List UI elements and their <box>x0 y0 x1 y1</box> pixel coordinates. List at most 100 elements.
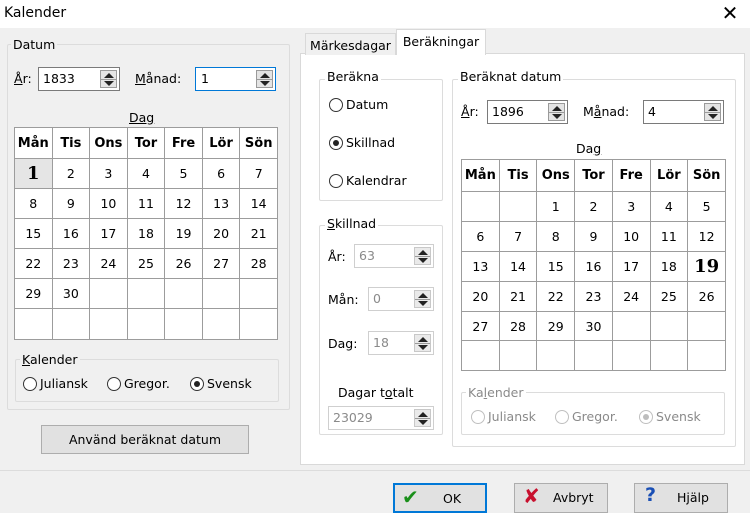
calendar-day-cell[interactable]: 25 <box>649 281 689 312</box>
calendar-day-cell[interactable]: 20 <box>201 218 241 249</box>
spin-buttons[interactable] <box>256 70 273 88</box>
calendar-day-cell <box>461 340 500 371</box>
calendar-day-cell[interactable]: 28 <box>239 248 278 279</box>
calendar-day-cell[interactable]: 9 <box>574 221 613 252</box>
beraknat-manad-spinner[interactable]: 4 <box>643 100 724 124</box>
help-button[interactable]: ? Hjälp <box>634 483 728 513</box>
datum-manad-spinner[interactable]: 1 <box>195 67 276 91</box>
calendar-day-cell[interactable]: 22 <box>14 248 53 279</box>
calendar-day-cell[interactable]: 3 <box>611 191 651 222</box>
ok-button[interactable]: ✔ OK <box>393 483 487 513</box>
calendar-day-cell[interactable]: 12 <box>164 188 203 219</box>
calendar-day-cell[interactable]: 26 <box>164 248 203 279</box>
calendar-day-cell[interactable]: 25 <box>126 248 166 279</box>
spin-buttons[interactable] <box>548 103 565 121</box>
calendar-day-cell[interactable]: 13 <box>461 251 500 282</box>
calendar-day-cell[interactable]: 17 <box>89 218 128 249</box>
calendar-day-cell[interactable]: 23 <box>574 281 613 312</box>
calendar-week-row: 1234567 <box>14 158 278 189</box>
calendar-day-cell <box>649 340 689 371</box>
calendar-day-cell[interactable]: 14 <box>498 251 538 282</box>
calendar-day-cell[interactable]: 23 <box>51 248 91 279</box>
calendar-day-cell <box>201 308 241 340</box>
calendar-day-cell[interactable]: 6 <box>201 158 241 189</box>
kalender-option-svensk[interactable]: Svensk <box>190 376 252 392</box>
calendar-day-cell[interactable]: 20 <box>461 281 500 312</box>
calendar-day-cell[interactable]: 30 <box>51 278 91 309</box>
calendar-day-cell[interactable]: 19 <box>164 218 203 249</box>
calendar-day-cell[interactable]: 14 <box>239 188 278 219</box>
calendar-day-cell[interactable]: 22 <box>536 281 576 312</box>
tab-markesdagar[interactable]: Märkesdagar <box>305 33 396 55</box>
weekday-header: Lör <box>649 159 689 192</box>
calendar-day-cell[interactable]: 13 <box>201 188 241 219</box>
calendar-week-row: 6 7 8 9 10 11 12 <box>461 221 726 252</box>
calendar-day-cell[interactable]: 27 <box>201 248 241 279</box>
calendar-day-cell[interactable]: 28 <box>498 311 538 341</box>
datum-ar-spinner[interactable]: 1833 <box>38 67 120 91</box>
berakna-datum-option[interactable]: Datum <box>329 97 388 113</box>
calendar-day-cell <box>574 340 613 371</box>
calendar-day-cell[interactable]: 29 <box>536 311 576 341</box>
calendar-day-cell[interactable]: 29 <box>14 278 53 309</box>
calendar-day-cell[interactable]: 16 <box>574 251 613 282</box>
calendar-day-cell[interactable]: 10 <box>611 221 651 252</box>
kalender-option-gregor[interactable]: Gregor. <box>107 376 170 392</box>
calendar-day-cell[interactable]: 6 <box>461 221 500 252</box>
tab-berakningar[interactable]: Beräkningar <box>396 29 486 55</box>
beraknat-ar-spinner[interactable]: 1896 <box>487 100 568 124</box>
calendar-day-cell[interactable]: 15 <box>14 218 53 249</box>
spin-buttons <box>414 247 431 265</box>
weekday-header: Sön <box>239 127 278 159</box>
calendar-day-cell[interactable]: 12 <box>687 221 726 252</box>
calendar-day-cell[interactable]: 18 <box>649 251 689 282</box>
beraknat-calendar-grid[interactable]: Mån Tis Ons Tor Fre Lör Sön 1 2 3 4 5 6 7 8 9 10 11 12 13 14… <box>461 159 726 371</box>
calendar-day-cell <box>89 308 128 340</box>
calendar-day-cell[interactable]: 21 <box>239 218 278 249</box>
calendar-day-cell[interactable]: 3 <box>89 158 128 189</box>
calendar-day-cell[interactable]: 10 <box>89 188 128 219</box>
calendar-day-cell[interactable]: 11 <box>126 188 166 219</box>
cancel-button[interactable]: ✘ Avbryt <box>514 483 608 513</box>
calendar-day-cell[interactable]: 16 <box>51 218 91 249</box>
calendar-day-cell[interactable]: 18 <box>126 218 166 249</box>
calendar-day-cell[interactable]: 15 <box>536 251 576 282</box>
datum-calendar-grid[interactable]: Mån Tis Ons Tor Fre Lör Sön 1 2 3 4 5 6 7 8 9 10 11 12 13 14… <box>14 127 278 340</box>
spin-buttons[interactable] <box>100 70 117 88</box>
calendar-day-cell[interactable]: 2 <box>51 158 91 189</box>
weekday-header: Ons <box>89 127 128 159</box>
calendar-day-cell <box>239 278 278 309</box>
calendar-day-cell[interactable]: 11 <box>649 221 689 252</box>
calendar-day-cell[interactable]: 24 <box>89 248 128 279</box>
calendar-day-cell[interactable]: 2 <box>574 191 613 222</box>
calendar-day-cell[interactable]: 9 <box>51 188 91 219</box>
calendar-day-cell[interactable]: 27 <box>461 311 500 341</box>
kalender-option-juliansk[interactable]: Juliansk <box>23 376 88 392</box>
calendar-day-cell <box>611 311 651 341</box>
calendar-day-cell[interactable]: 19 <box>687 251 726 282</box>
calendar-day-cell[interactable]: 7 <box>498 221 538 252</box>
berakna-skillnad-option[interactable]: Skillnad <box>329 135 395 151</box>
calendar-day-cell[interactable]: 30 <box>574 311 613 341</box>
calendar-day-cell[interactable]: 17 <box>611 251 651 282</box>
beraknat-ar-value: 1896 <box>492 104 524 119</box>
calendar-day-cell[interactable]: 4 <box>649 191 689 222</box>
weekday-header: Mån <box>461 159 500 192</box>
spin-buttons[interactable] <box>704 103 721 121</box>
calendar-day-cell[interactable]: 8 <box>14 188 53 219</box>
calendar-day-cell[interactable]: 24 <box>611 281 651 312</box>
calendar-day-cell[interactable]: 7 <box>239 158 278 189</box>
calendar-week-row <box>461 340 726 371</box>
calendar-day-cell[interactable]: 4 <box>126 158 166 189</box>
calendar-day-cell[interactable]: 26 <box>687 281 726 312</box>
calendar-day-cell[interactable]: 5 <box>687 191 726 222</box>
close-icon[interactable]: ✕ <box>716 0 744 26</box>
calendar-day-cell[interactable]: 21 <box>498 281 538 312</box>
calendar-day-cell[interactable]: 1 <box>536 191 576 222</box>
berakna-kalendrar-option[interactable]: Kalendrar <box>329 173 407 189</box>
use-calculated-date-button[interactable]: Använd beräknat datum <box>41 425 249 454</box>
radio-icon <box>639 409 653 424</box>
calendar-day-cell[interactable]: 1 <box>14 158 53 189</box>
calendar-day-cell[interactable]: 8 <box>536 221 576 252</box>
calendar-day-cell[interactable]: 5 <box>164 158 203 189</box>
